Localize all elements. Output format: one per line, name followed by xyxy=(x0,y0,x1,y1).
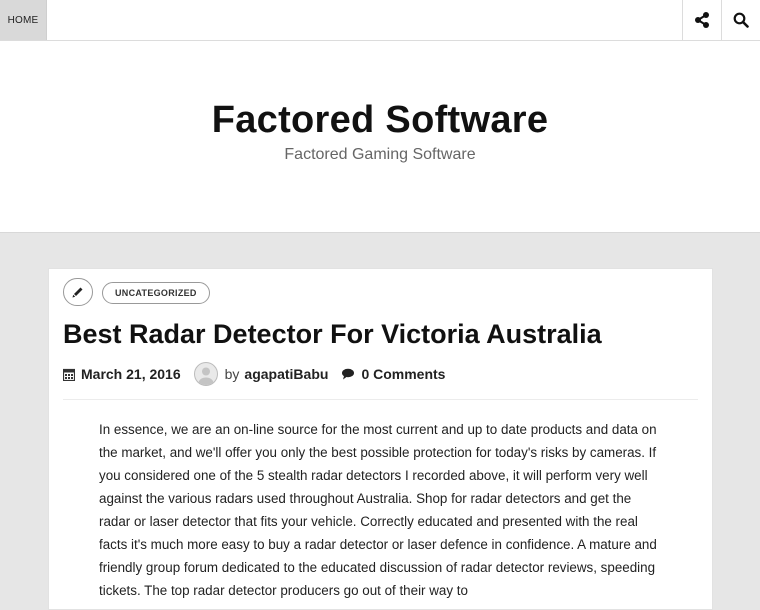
avatar[interactable] xyxy=(193,362,218,386)
user-avatar-icon xyxy=(198,367,214,385)
comment-icon xyxy=(341,368,355,380)
share-icon xyxy=(695,12,709,28)
calendar-icon xyxy=(63,368,75,381)
post-format-badge[interactable] xyxy=(63,278,93,306)
site-tagline: Factored Gaming Software xyxy=(284,146,476,163)
meta-divider xyxy=(63,399,698,400)
site-title[interactable]: Factored Software xyxy=(0,99,760,142)
share-button[interactable] xyxy=(682,0,721,40)
by-label: by xyxy=(224,366,240,382)
site-header: Factored Software Factored Gaming Softwa… xyxy=(0,41,760,233)
category-badge[interactable]: UNCATEGORIZED xyxy=(102,282,210,304)
nav-home-link[interactable]: HOME xyxy=(0,0,47,40)
post-date[interactable]: March 21, 2016 xyxy=(81,366,181,382)
post-meta: March 21, 2016 by agapatiBabu 0 Comments xyxy=(63,361,703,387)
post-card: UNCATEGORIZED Best Radar Detector For Vi… xyxy=(48,268,713,610)
search-icon xyxy=(733,12,749,28)
search-button[interactable] xyxy=(721,0,760,40)
pencil-icon xyxy=(72,287,83,298)
post-author[interactable]: agapatiBabu xyxy=(244,366,328,382)
post-body: In essence, we are an on-line source for… xyxy=(99,422,657,598)
comments-link[interactable]: 0 Comments xyxy=(361,366,445,382)
top-nav-bar: HOME xyxy=(0,0,760,41)
post-title[interactable]: Best Radar Detector For Victoria Austral… xyxy=(63,319,602,350)
